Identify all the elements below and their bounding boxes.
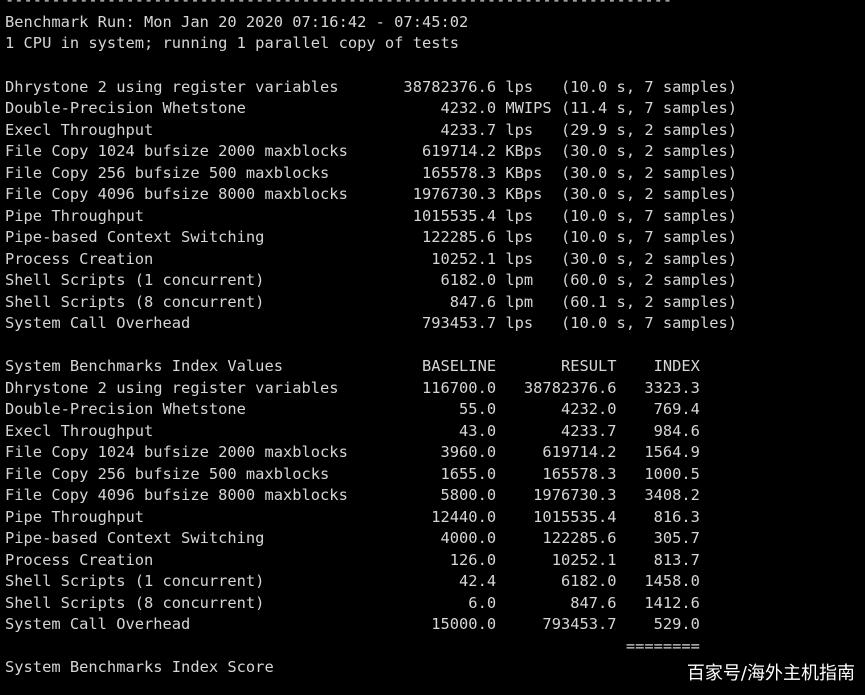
index-line-pipe-throughput: Pipe Throughput 12440.0 1015535.4 816.3 (5, 508, 700, 526)
index-line-context-switching: Pipe-based Context Switching 4000.0 1222… (5, 529, 700, 547)
index-score-line: System Benchmarks Index Score (5, 658, 274, 676)
result-line-shell-8: Shell Scripts (8 concurrent) 847.6 lpm (… (5, 293, 738, 311)
result-line-pipe-throughput: Pipe Throughput 1015535.4 lps (10.0 s, 7… (5, 207, 738, 225)
result-line-dhrystone: Dhrystone 2 using register variables 387… (5, 78, 738, 96)
index-line-whetstone: Double-Precision Whetstone 55.0 4232.0 7… (5, 400, 700, 418)
result-line-context-switching: Pipe-based Context Switching 122285.6 lp… (5, 228, 738, 246)
index-line-filecopy-1024: File Copy 1024 bufsize 2000 maxblocks 39… (5, 443, 700, 461)
result-line-shell-1: Shell Scripts (1 concurrent) 6182.0 lpm … (5, 271, 738, 289)
index-line-process-creation: Process Creation 126.0 10252.1 813.7 (5, 551, 700, 569)
result-line-filecopy-4096: File Copy 4096 bufsize 8000 maxblocks 19… (5, 185, 738, 203)
result-line-execl: Execl Throughput 4233.7 lps (29.9 s, 2 s… (5, 121, 738, 139)
index-line-filecopy-256: File Copy 256 bufsize 500 maxblocks 1655… (5, 465, 700, 483)
index-line-shell-8: Shell Scripts (8 concurrent) 6.0 847.6 1… (5, 594, 700, 612)
separator-line: ----------------------------------------… (5, 0, 673, 9)
index-line-execl: Execl Throughput 43.0 4233.7 984.6 (5, 422, 700, 440)
watermark: 百家号/海外主机指南 (686, 663, 855, 684)
terminal-window[interactable]: ----------------------------------------… (0, 0, 865, 695)
index-line-syscall: System Call Overhead 15000.0 793453.7 52… (5, 615, 700, 633)
index-underline: ======== (5, 637, 700, 655)
cpu-info-line: 1 CPU in system; running 1 parallel copy… (5, 34, 460, 52)
result-line-syscall: System Call Overhead 793453.7 lps (10.0 … (5, 314, 738, 332)
index-header-line: System Benchmarks Index Values BASELINE … (5, 357, 700, 375)
result-line-filecopy-1024: File Copy 1024 bufsize 2000 maxblocks 61… (5, 142, 738, 160)
result-line-process-creation: Process Creation 10252.1 lps (30.0 s, 2 … (5, 250, 738, 268)
index-line-dhrystone: Dhrystone 2 using register variables 116… (5, 379, 700, 397)
benchmark-run-line: Benchmark Run: Mon Jan 20 2020 07:16:42 … (5, 13, 469, 31)
index-line-shell-1: Shell Scripts (1 concurrent) 42.4 6182.0… (5, 572, 700, 590)
index-line-filecopy-4096: File Copy 4096 bufsize 8000 maxblocks 58… (5, 486, 700, 504)
result-line-whetstone: Double-Precision Whetstone 4232.0 MWIPS … (5, 99, 738, 117)
result-line-filecopy-256: File Copy 256 bufsize 500 maxblocks 1655… (5, 164, 738, 182)
